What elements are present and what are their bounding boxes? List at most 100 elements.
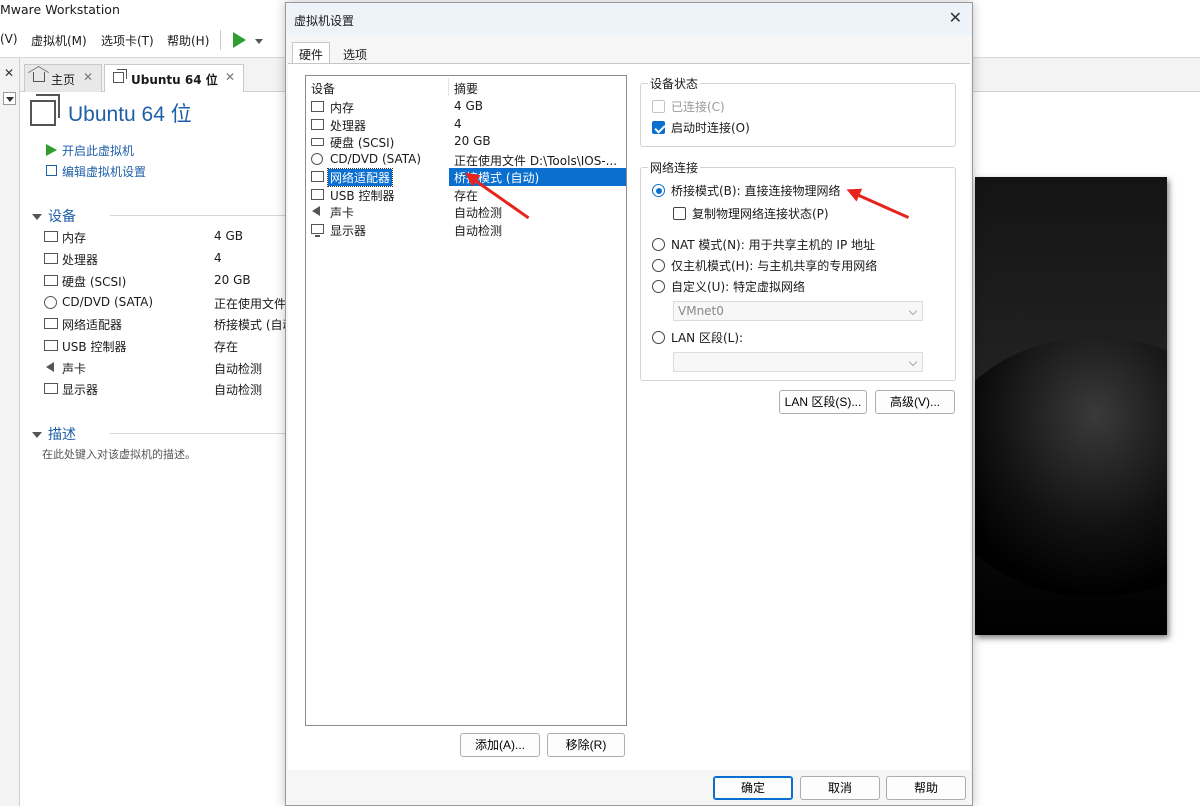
dialog-body: 设备 摘要 内存 4 GB 处理器 4 硬盘 (SCSI) 20 GB CD/DVD … <box>288 63 970 770</box>
cpu-icon <box>44 253 58 264</box>
close-icon[interactable]: ✕ <box>4 66 14 80</box>
custom-label: 自定义(U): 特定虚拟网络 <box>671 280 806 294</box>
power-on-icon[interactable] <box>233 32 246 48</box>
devices-heading: 设备 <box>48 209 76 225</box>
device-name: 网络适配器 <box>62 318 123 332</box>
close-icon[interactable]: ✕ <box>949 8 962 27</box>
device-row-usb-controller[interactable]: USB 控制器 存在 <box>306 186 626 204</box>
edit-settings-icon <box>46 165 57 176</box>
device-name: USB 控制器 <box>62 340 127 354</box>
device-name: CD/DVD (SATA) <box>62 295 154 309</box>
collapse-icon <box>32 214 42 220</box>
tab-ubuntu[interactable]: Ubuntu 64 位 ✕ <box>104 64 244 92</box>
network-connection-title: 网络连接 <box>648 159 701 176</box>
lan-segments-button[interactable]: LAN 区段(S)... <box>779 390 867 414</box>
device-status-title: 设备状态 <box>648 75 701 92</box>
column-header-device[interactable]: 设备 <box>311 80 335 97</box>
radio-dot <box>652 331 665 344</box>
edit-settings-link[interactable]: 编辑虚拟机设置 <box>62 163 146 180</box>
device-name: 显示器 <box>62 383 99 397</box>
radio-dot <box>652 238 665 251</box>
device-row-memory[interactable]: 内存 4 GB <box>306 98 626 116</box>
device-row-hard-disk[interactable]: 硬盘 (SCSI) 20 GB <box>306 133 626 151</box>
device-name: 硬盘 (SCSI) <box>330 136 395 150</box>
device-summary: 自动检测 <box>454 223 503 238</box>
device-summary: 正在使用文件 D:\Tools\IOS-... <box>454 153 618 168</box>
device-row-sound-card[interactable]: 声卡 自动检测 <box>306 203 626 221</box>
disk-icon <box>311 138 324 146</box>
menu-tabs[interactable]: 选项卡(T) <box>101 32 154 49</box>
custom-network-select[interactable]: VMnet0 <box>673 301 923 321</box>
tab-home[interactable]: 主页 ✕ <box>24 64 102 92</box>
disk-icon <box>44 275 58 286</box>
library-strip: ✕ <box>0 58 20 806</box>
menu-help[interactable]: 帮助(H) <box>167 32 209 49</box>
library-dropdown[interactable] <box>3 92 16 105</box>
vm-title: Ubuntu 64 位 <box>68 103 192 126</box>
device-name: 硬盘 (SCSI) <box>62 275 127 289</box>
add-device-button[interactable]: 添加(A)... <box>460 733 540 757</box>
tab-ubuntu-label: Ubuntu 64 位 <box>131 73 218 87</box>
home-icon <box>33 72 45 82</box>
help-button[interactable]: 帮助 <box>886 776 966 800</box>
lan-segment-select[interactable] <box>673 352 923 372</box>
cd-icon <box>311 152 323 165</box>
device-summary: 20 GB <box>454 134 491 148</box>
checkbox-box <box>673 207 686 220</box>
advanced-button[interactable]: 高级(V)... <box>875 390 955 414</box>
description-placeholder[interactable]: 在此处键入对该虚拟机的描述。 <box>42 446 196 462</box>
toolbar-divider <box>220 30 221 50</box>
replicate-state-label: 复制物理网络连接状态(P) <box>692 207 829 221</box>
usb-icon <box>311 188 324 200</box>
memory-icon <box>44 231 58 242</box>
device-name: 网络适配器 <box>326 168 394 187</box>
device-row-cd-dvd[interactable]: CD/DVD (SATA) 正在使用文件 D:\Tools\IOS-... <box>306 151 626 169</box>
vm-icon <box>113 69 127 83</box>
description-section-header[interactable]: 描述 <box>32 424 76 444</box>
device-name: 内存 <box>62 231 87 245</box>
vm-settings-dialog: 虚拟机设置 ✕ 硬件 选项 设备 摘要 内存 4 GB 处理器 4 硬盘 (SCSI… <box>285 2 973 806</box>
tab-hardware[interactable]: 硬件 <box>292 42 331 65</box>
device-list-header: 设备 摘要 <box>306 76 626 98</box>
column-header-summary[interactable]: 摘要 <box>454 80 478 97</box>
custom-network-value: VMnet0 <box>678 304 724 318</box>
chevron-down-icon <box>908 357 918 367</box>
devices-section-header[interactable]: 设备 <box>32 206 76 226</box>
cancel-button[interactable]: 取消 <box>800 776 880 800</box>
connected-label: 已连接(C) <box>671 100 725 114</box>
tab-home-label: 主页 <box>51 73 76 87</box>
column-separator[interactable] <box>448 78 449 96</box>
device-summary: 4 <box>454 116 462 131</box>
checkbox-box <box>652 100 665 113</box>
device-name: USB 控制器 <box>330 188 395 203</box>
menu-vm[interactable]: 虚拟机(M) <box>31 32 87 49</box>
power-on-link[interactable]: 开启此虚拟机 <box>62 142 134 159</box>
usb-icon <box>44 340 58 351</box>
vm-icon <box>30 94 60 126</box>
menu-view[interactable]: (V) <box>0 32 18 46</box>
vm-screen-preview[interactable] <box>975 177 1167 635</box>
power-on-icon <box>46 144 57 156</box>
ok-button[interactable]: 确定 <box>713 776 793 800</box>
description-heading: 描述 <box>48 427 76 443</box>
device-name: 声卡 <box>330 206 355 220</box>
tab-options[interactable]: 选项 <box>336 42 374 64</box>
monitor-icon <box>44 383 58 394</box>
network-connection-group: 网络连接 桥接模式(B): 直接连接物理网络 复制物理网络连接状态(P) NAT… <box>640 159 956 381</box>
nat-label: NAT 模式(N): 用于共享主机的 IP 地址 <box>671 238 876 252</box>
device-name: CD/DVD (SATA) <box>330 151 422 166</box>
device-summary: 自动检测 <box>454 206 503 220</box>
close-icon[interactable]: ✕ <box>225 70 235 84</box>
network-icon <box>311 171 324 182</box>
dialog-title-bar: 虚拟机设置 ✕ <box>286 3 972 35</box>
chevron-down-icon[interactable] <box>255 39 263 44</box>
divider <box>110 433 285 434</box>
checkmark-icon <box>652 121 665 134</box>
close-icon[interactable]: ✕ <box>83 70 93 84</box>
device-row-processor[interactable]: 处理器 4 <box>306 116 626 134</box>
device-name: 显示器 <box>330 223 367 238</box>
monitor-icon <box>311 223 324 237</box>
remove-device-button[interactable]: 移除(R) <box>547 733 625 757</box>
device-summary: 4 GB <box>454 99 483 113</box>
device-row-display[interactable]: 显示器 自动检测 <box>306 221 626 239</box>
